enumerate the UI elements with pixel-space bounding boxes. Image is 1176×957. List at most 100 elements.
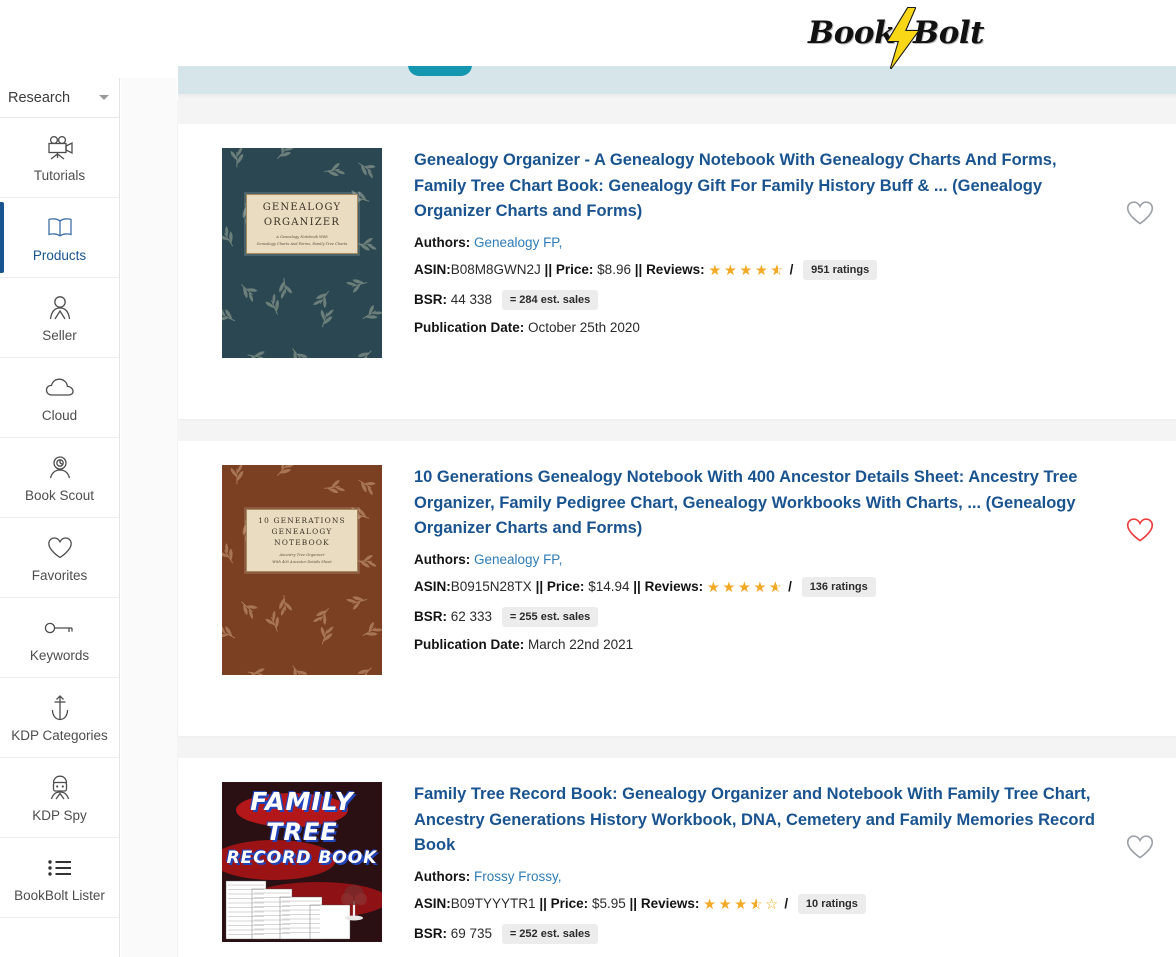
- sidebar: Research Tutorials Products Seller Cloud Boo…: [0, 78, 120, 957]
- price-label: Price:: [546, 579, 585, 595]
- book-cover-wrapper: 10 GENERATIONS GENEALOGY NOTEBOOK Ancest…: [222, 465, 384, 675]
- est-sales-badge: = 284 est. sales: [501, 289, 599, 311]
- book-cover-art: GENEALOGY ORGANIZER A Genealogy Notebook…: [222, 148, 382, 358]
- slash-separator: /: [789, 262, 794, 278]
- book-cover-wrapper: GENEALOGY ORGANIZER A Genealogy Notebook…: [222, 148, 384, 358]
- asin-price-reviews-row: ASIN:B0915N28TX || Price: $14.94 || Revi…: [414, 577, 1116, 598]
- authors-value[interactable]: Frossy Frossy,: [474, 869, 562, 884]
- sidebar-item-label: BookBolt Lister: [14, 887, 105, 903]
- sidebar-item-label: KDP Categories: [11, 727, 108, 743]
- product-info: Genealogy Organizer - A Genealogy Notebo…: [384, 148, 1176, 358]
- sidebar-item-kdp-spy[interactable]: KDP Spy: [0, 758, 119, 838]
- sidebar-item-label: Seller: [42, 327, 77, 343]
- lightning-bolt-icon: [886, 7, 920, 69]
- authors-row: Authors: Genealogy FP,: [414, 551, 1116, 569]
- favorite-toggle-button[interactable]: [1126, 517, 1154, 545]
- separator: ||: [629, 896, 638, 912]
- publication-date-value: March 22nd 2021: [528, 637, 634, 653]
- publication-date-value: October 25th 2020: [528, 320, 640, 336]
- favorite-toggle-button[interactable]: [1126, 834, 1154, 862]
- product-result-card: 10 GENERATIONS GENEALOGY NOTEBOOK Ancest…: [178, 441, 1176, 736]
- product-info: 10 Generations Genealogy Notebook With 4…: [384, 465, 1176, 675]
- publication-date-row: Publication Date: March 22nd 2021: [414, 636, 1116, 654]
- ratings-count-badge: 10 ratings: [797, 894, 866, 915]
- book-cover-image[interactable]: FAMILY TREE RECORD BOOK: [222, 782, 382, 942]
- star-rating-icon: ★★★★☆★: [706, 580, 785, 597]
- asin-value: B08M8GWN2J: [450, 262, 541, 278]
- sidebar-item-cloud[interactable]: Cloud: [0, 358, 119, 438]
- authors-value[interactable]: Genealogy FP,: [474, 552, 562, 567]
- book-cover-art: 10 GENERATIONS GENEALOGY NOTEBOOK Ancest…: [222, 465, 382, 675]
- sidebar-item-label: Favorites: [31, 567, 88, 583]
- sidebar-item-bookbolt-lister[interactable]: BookBolt Lister: [0, 838, 119, 918]
- reviews-label: Reviews:: [646, 262, 705, 278]
- sidebar-section-dropdown[interactable]: Research: [0, 78, 119, 118]
- cover-title-label: 10 GENERATIONS GENEALOGY NOTEBOOK Ancest…: [246, 509, 358, 573]
- book-cover-image[interactable]: GENEALOGY ORGANIZER A Genealogy Notebook…: [222, 148, 382, 358]
- favorite-toggle-button[interactable]: [1126, 200, 1154, 228]
- bsr-value: 69 735: [450, 925, 493, 941]
- book-cover-art: FAMILY TREE RECORD BOOK: [222, 782, 382, 942]
- cover-title-line1: 10 GENERATIONS: [258, 516, 346, 526]
- person-icon: [46, 293, 74, 323]
- authors-label: Authors:: [414, 868, 471, 884]
- sidebar-item-favorites[interactable]: Favorites: [0, 518, 119, 598]
- top-header: BookxBolt: [0, 0, 1176, 69]
- cover-forms-art: [225, 880, 367, 940]
- sidebar-item-label: Cloud: [41, 407, 78, 423]
- asin-price-reviews-row: ASIN:B09TYYYTR1 || Price: $5.95 || Revie…: [414, 894, 1116, 915]
- sidebar-item-tutorials[interactable]: Tutorials: [0, 118, 119, 198]
- sidebar-item-products[interactable]: Products: [0, 198, 119, 278]
- separator: ||: [535, 579, 544, 595]
- authors-value[interactable]: Genealogy FP,: [474, 235, 562, 250]
- cover-title-line1: FAMILY: [250, 787, 354, 816]
- cover-title-line3: RECORD BOOK: [226, 848, 378, 868]
- authors-label: Authors:: [414, 551, 471, 567]
- bsr-value: 62 333: [450, 608, 493, 624]
- product-title[interactable]: Family Tree Record Book: Genealogy Organ…: [414, 782, 1104, 859]
- asin-label: ASIN:: [414, 896, 451, 912]
- slash-separator: /: [788, 579, 792, 595]
- bookbolt-logo[interactable]: BookxBolt: [807, 7, 985, 69]
- sidebar-item-label: Keywords: [29, 647, 90, 663]
- ratings-count-badge: 136 ratings: [801, 577, 876, 598]
- bsr-label: BSR:: [414, 925, 447, 941]
- sidebar-item-book-scout[interactable]: Book Scout: [0, 438, 119, 518]
- reviews-label: Reviews:: [640, 896, 700, 912]
- chevron-down-icon: [99, 95, 109, 100]
- reviews-label: Reviews:: [644, 579, 704, 595]
- asin-label: ASIN:: [414, 579, 451, 595]
- publication-date-row: Publication Date: October 25th 2020: [414, 319, 1116, 337]
- separator: ||: [539, 896, 547, 912]
- asin-price-reviews-row: ASIN:B08M8GWN2J || Price: $8.96 || Revie…: [414, 260, 1116, 281]
- bsr-value: 44 338: [450, 291, 493, 307]
- spy-person-icon: [46, 773, 74, 803]
- sidebar-item-keywords[interactable]: Keywords: [0, 598, 119, 678]
- authors-row: Authors: Genealogy FP,: [414, 234, 1116, 252]
- scout-person-icon: [46, 453, 74, 483]
- product-result-card: FAMILY TREE RECORD BOOK Family Tree Reco…: [178, 758, 1176, 957]
- sidebar-item-label: KDP Spy: [32, 807, 87, 823]
- card-body: 10 GENERATIONS GENEALOGY NOTEBOOK Ancest…: [178, 441, 1176, 675]
- asin-value: B0915N28TX: [450, 579, 532, 595]
- authors-label: Authors:: [414, 234, 471, 250]
- product-title[interactable]: Genealogy Organizer - A Genealogy Notebo…: [414, 148, 1104, 225]
- cover-subtitle-line1: Ancestry Tree Organizer: [279, 553, 325, 558]
- product-title[interactable]: 10 Generations Genealogy Notebook With 4…: [414, 465, 1104, 542]
- price-value: $8.96: [597, 262, 631, 278]
- sidebar-item-label: Tutorials: [33, 167, 86, 183]
- asin-value: B09TYYYTR1: [450, 896, 536, 912]
- sidebar-item-seller[interactable]: Seller: [0, 278, 119, 358]
- book-cover-image[interactable]: 10 GENERATIONS GENEALOGY NOTEBOOK Ancest…: [222, 465, 382, 675]
- cover-title-label: GENEALOGY ORGANIZER A Genealogy Notebook…: [246, 194, 358, 254]
- card-body: FAMILY TREE RECORD BOOK Family Tree Reco…: [178, 758, 1176, 945]
- cover-title-line2: ORGANIZER: [263, 216, 341, 228]
- cover-subtitle-line1: A Genealogy Notebook With: [276, 235, 328, 240]
- sidebar-section-label: Research: [8, 89, 71, 106]
- product-info: Family Tree Record Book: Genealogy Organ…: [384, 782, 1176, 945]
- asin-label: ASIN:: [414, 262, 451, 278]
- sidebar-item-kdp-categories[interactable]: KDP Categories: [0, 678, 119, 758]
- bsr-row: BSR: 62 333 = 255 est. sales: [414, 606, 1116, 628]
- logo-text-bolt: Bolt: [912, 14, 985, 51]
- bsr-label: BSR:: [414, 291, 447, 307]
